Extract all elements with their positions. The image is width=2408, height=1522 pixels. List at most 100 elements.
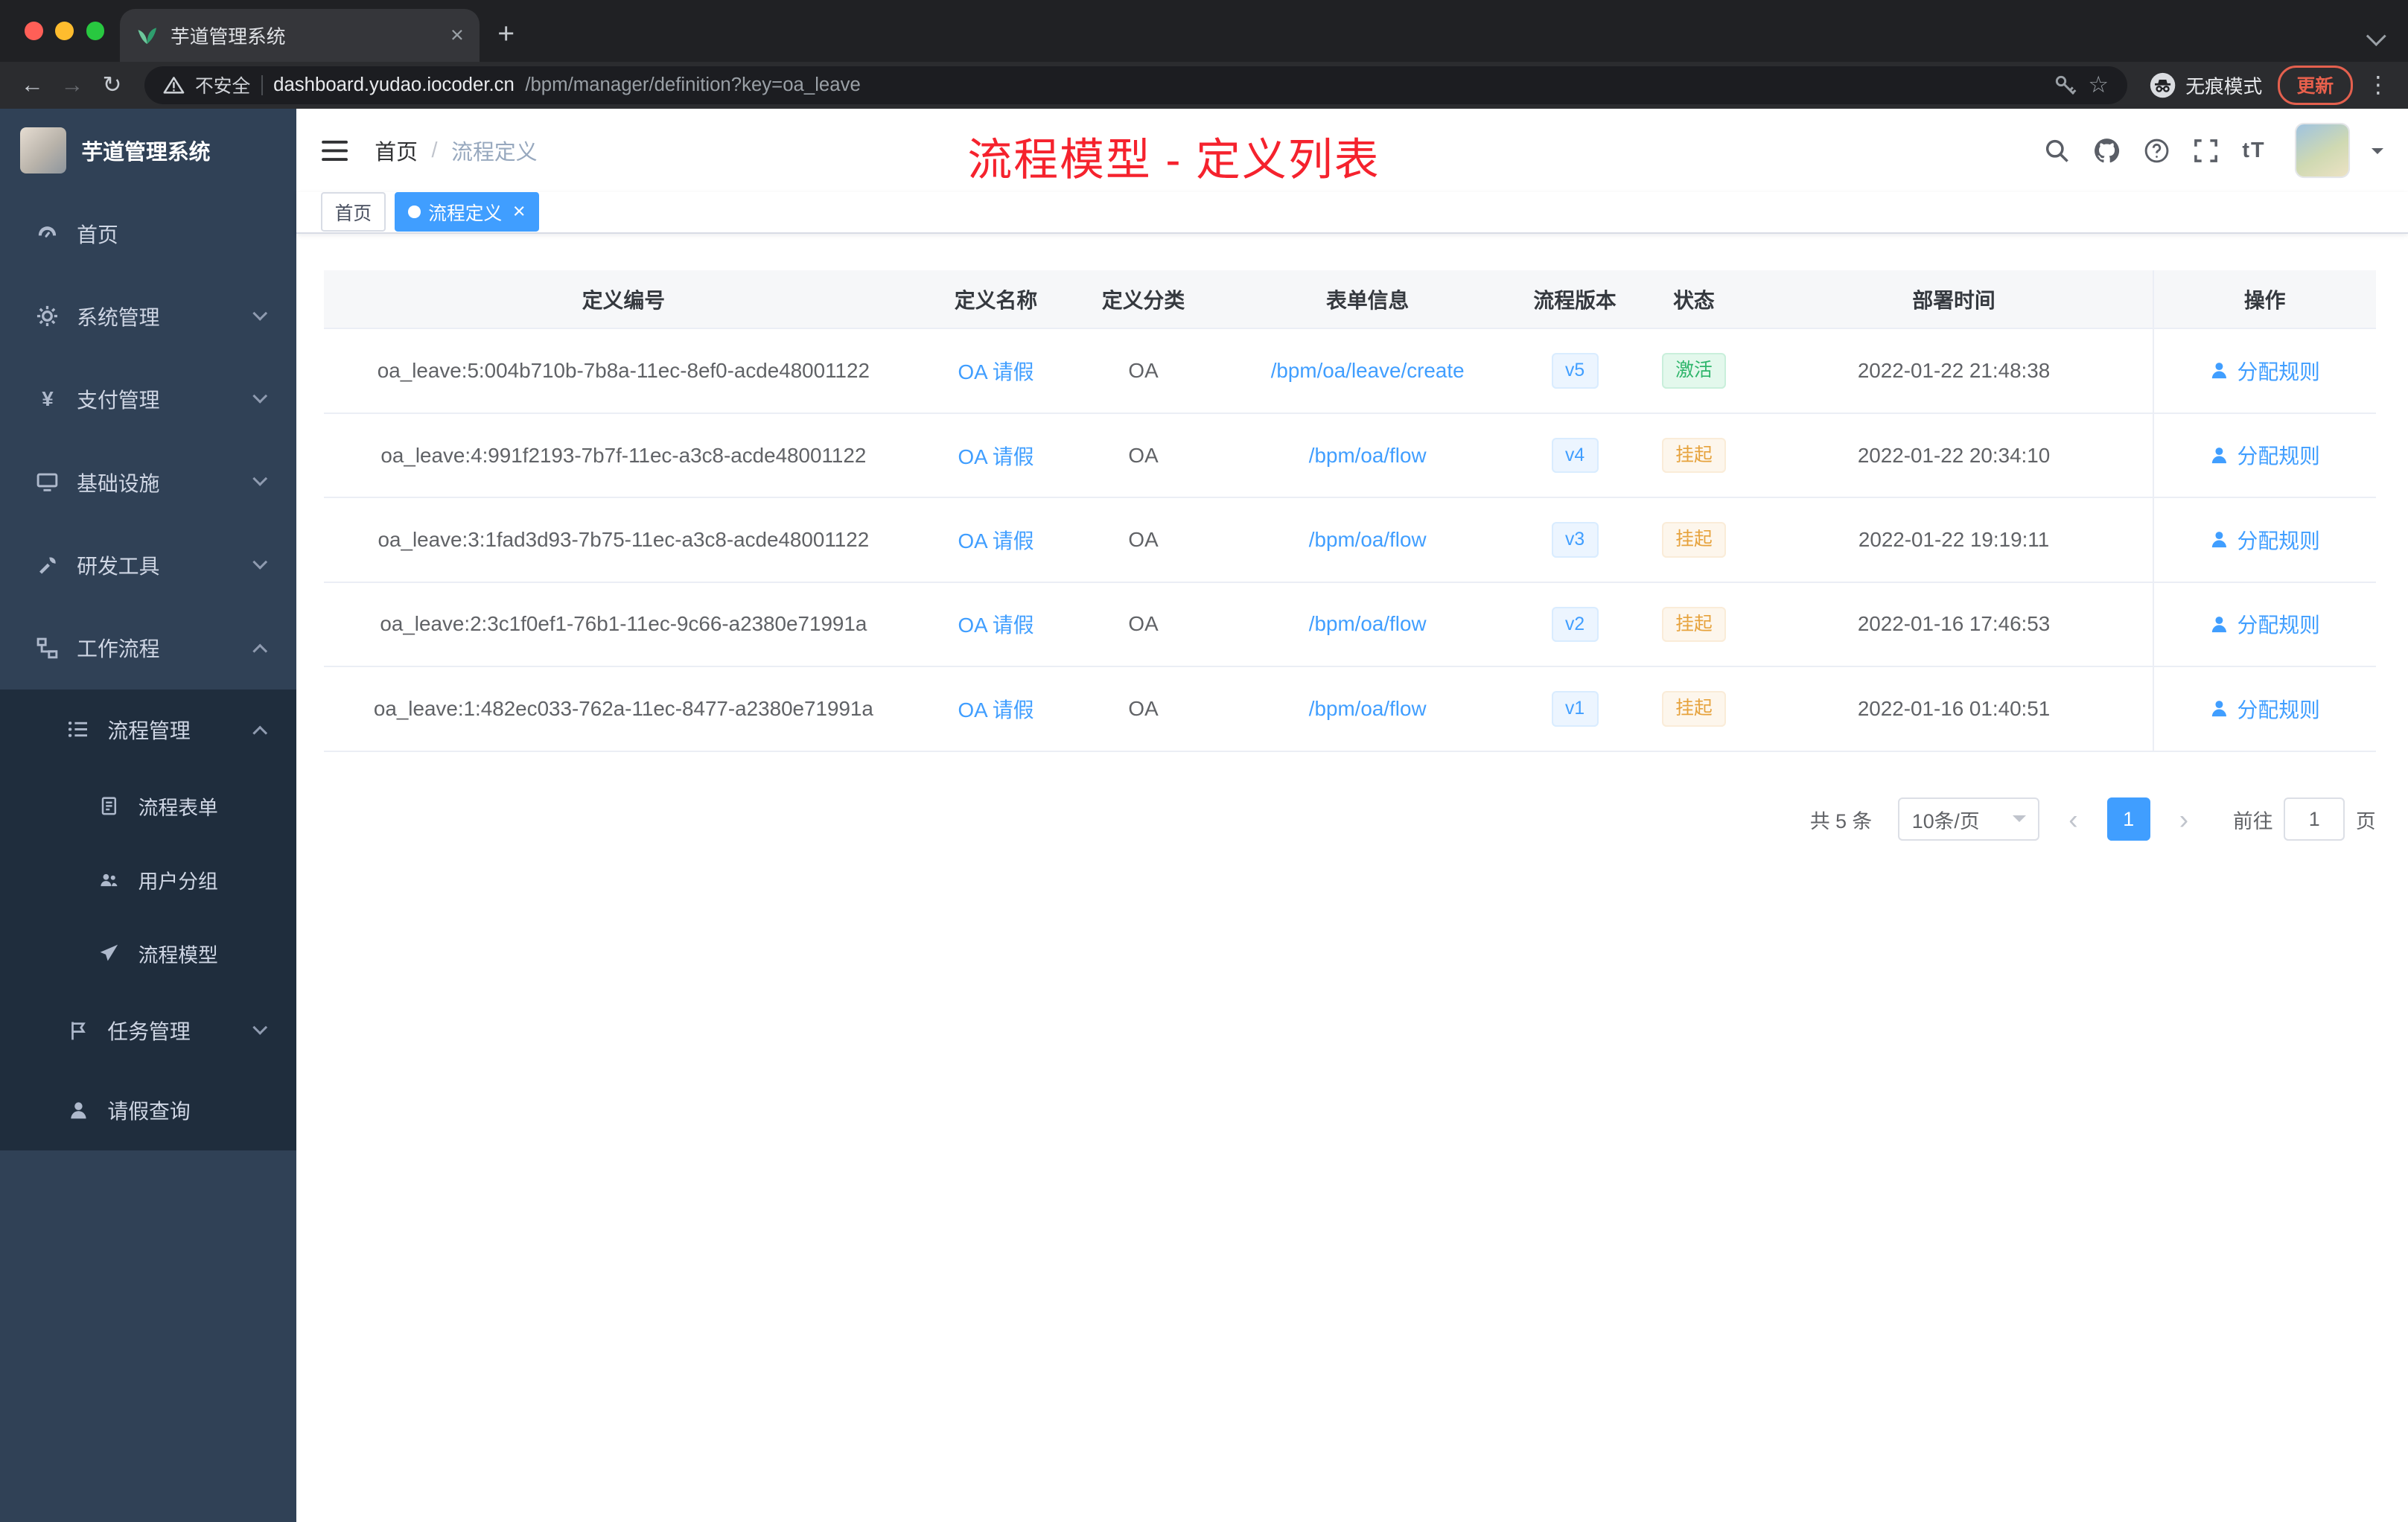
tag-process-definition[interactable]: 流程定义 × bbox=[394, 191, 540, 232]
definition-id: oa_leave:3:1fad3d93-7b75-11ec-a3c8-acde4… bbox=[324, 497, 923, 583]
bookmark-star-icon[interactable]: ☆ bbox=[2088, 71, 2109, 98]
github-icon[interactable] bbox=[2093, 137, 2121, 165]
search-icon[interactable] bbox=[2044, 138, 2070, 164]
sidebar-item-label: 流程管理 bbox=[107, 719, 191, 742]
sidebar-item-infrastructure[interactable]: 基础设施 bbox=[0, 441, 296, 523]
form-link[interactable]: /bpm/oa/flow bbox=[1309, 528, 1427, 551]
goto-unit: 页 bbox=[2355, 809, 2376, 832]
avatar[interactable] bbox=[2296, 124, 2349, 177]
breadcrumb-home[interactable]: 首页 bbox=[375, 136, 418, 166]
breadcrumb-current: 流程定义 bbox=[451, 140, 538, 165]
page-size-select[interactable]: 10条/页 bbox=[1898, 797, 2040, 841]
incognito-badge: 无痕模式 bbox=[2149, 71, 2262, 99]
task-icon bbox=[66, 1020, 91, 1042]
sidebar-item-user-group[interactable]: 用户分组 bbox=[0, 843, 296, 917]
form-link[interactable]: /bpm/oa/flow bbox=[1309, 612, 1427, 635]
sidebar-item-process-form[interactable]: 流程表单 bbox=[0, 769, 296, 843]
sidebar-item-label: 请假查询 bbox=[107, 1100, 191, 1124]
browser-update-button[interactable]: 更新 bbox=[2277, 66, 2353, 105]
sidebar-item-home[interactable]: 首页 bbox=[0, 192, 296, 275]
pagination-total: 共 5 条 bbox=[1809, 809, 1873, 832]
person-icon bbox=[2212, 616, 2227, 632]
column-header: 表单信息 bbox=[1217, 270, 1517, 330]
back-button[interactable]: ← bbox=[13, 71, 53, 98]
security-label[interactable]: 不安全 bbox=[195, 71, 250, 98]
sidebar-item-devtools[interactable]: 研发工具 bbox=[0, 523, 296, 606]
form-link[interactable]: /bpm/oa/leave/create bbox=[1271, 359, 1465, 382]
sidebar-item-label: 任务管理 bbox=[107, 1019, 191, 1043]
fullscreen-icon[interactable] bbox=[2193, 138, 2219, 164]
avatar-caret-down-icon[interactable] bbox=[2372, 148, 2383, 160]
password-key-icon[interactable] bbox=[2053, 73, 2077, 98]
table-row: oa_leave:1:482ec033-762a-11ec-8477-a2380… bbox=[324, 666, 2376, 752]
not-secure-warning-icon bbox=[163, 75, 185, 95]
definition-name-link[interactable]: OA 请假 bbox=[958, 360, 1034, 383]
app-logo: 芋道管理系统 bbox=[0, 109, 296, 191]
sidebar-toggle-icon[interactable] bbox=[321, 139, 348, 162]
list-icon bbox=[66, 719, 91, 740]
browser-tab[interactable]: 芋道管理系统 × bbox=[119, 9, 480, 62]
new-tab-button[interactable]: + bbox=[497, 18, 515, 51]
definition-id: oa_leave:4:991f2193-7b7f-11ec-a3c8-acde4… bbox=[324, 413, 923, 499]
person-icon bbox=[2212, 363, 2227, 379]
prev-page-button[interactable]: ‹ bbox=[2054, 797, 2094, 841]
model-icon bbox=[97, 943, 121, 964]
sidebar-item-leave-query[interactable]: 请假查询 bbox=[0, 1071, 296, 1150]
breadcrumb: 首页 / 流程定义 bbox=[375, 136, 537, 166]
address-bar[interactable]: 不安全 dashboard.yudao.iocoder.cn /bpm/mana… bbox=[144, 66, 2127, 105]
reload-button[interactable]: ↻ bbox=[92, 71, 133, 98]
tag-home[interactable]: 首页 bbox=[321, 191, 386, 232]
deploy-time: 2022-01-22 19:19:11 bbox=[1755, 497, 2153, 583]
definition-name-link[interactable]: OA 请假 bbox=[958, 698, 1034, 722]
select-caret-down-icon bbox=[2012, 815, 2026, 829]
tools-icon bbox=[35, 554, 60, 577]
favicon-sprout-icon bbox=[136, 24, 159, 47]
deploy-time: 2022-01-16 01:40:51 bbox=[1755, 666, 2153, 752]
definition-category: OA bbox=[1068, 328, 1218, 414]
assign-rule-button[interactable]: 分配规则 bbox=[2209, 440, 2320, 470]
page-annotation: 流程模型 - 定义列表 bbox=[967, 135, 1380, 185]
assign-rule-button[interactable]: 分配规则 bbox=[2209, 525, 2320, 555]
assign-rule-button[interactable]: 分配规则 bbox=[2209, 694, 2320, 724]
tab-close-icon[interactable]: × bbox=[450, 23, 464, 47]
incognito-icon bbox=[2150, 72, 2175, 98]
minimize-window-button[interactable] bbox=[55, 21, 74, 40]
page-content: 定义编号 定义名称 定义分类 表单信息 流程版本 状态 部署时间 操作 oa_l… bbox=[296, 234, 2408, 1522]
version-badge: v2 bbox=[1551, 606, 1599, 643]
definition-name-link[interactable]: OA 请假 bbox=[958, 614, 1034, 637]
forward-button[interactable]: → bbox=[52, 71, 92, 98]
column-header: 操作 bbox=[2152, 270, 2376, 330]
assign-rule-button[interactable]: 分配规则 bbox=[2209, 356, 2320, 386]
sidebar-item-task-management[interactable]: 任务管理 bbox=[0, 990, 296, 1070]
definition-name-link[interactable]: OA 请假 bbox=[958, 529, 1034, 553]
sidebar-item-label: 支付管理 bbox=[77, 389, 160, 413]
close-window-button[interactable] bbox=[25, 21, 43, 40]
browser-tab-strip: 芋道管理系统 × + bbox=[0, 0, 2408, 62]
assign-rule-button[interactable]: 分配规则 bbox=[2209, 609, 2320, 639]
sidebar-item-process-model[interactable]: 流程模型 bbox=[0, 917, 296, 990]
column-header: 流程版本 bbox=[1517, 270, 1633, 330]
tab-search-chevron-icon[interactable] bbox=[2366, 26, 2386, 46]
next-page-button[interactable]: › bbox=[2164, 797, 2204, 841]
browser-menu-icon[interactable]: ⋮ bbox=[2366, 71, 2389, 98]
maximize-window-button[interactable] bbox=[86, 21, 105, 40]
form-link[interactable]: /bpm/oa/flow bbox=[1309, 697, 1427, 720]
definition-id: oa_leave:2:3c1f0ef1-76b1-11ec-9c66-a2380… bbox=[324, 582, 923, 668]
version-badge: v3 bbox=[1551, 522, 1599, 558]
sidebar-item-workflow[interactable]: 工作流程 bbox=[0, 607, 296, 690]
definition-name-link[interactable]: OA 请假 bbox=[958, 445, 1034, 468]
sidebar-item-system[interactable]: 系统管理 bbox=[0, 275, 296, 357]
form-link[interactable]: /bpm/oa/flow bbox=[1309, 444, 1427, 467]
help-icon[interactable] bbox=[2144, 138, 2170, 164]
tag-close-icon[interactable]: × bbox=[513, 201, 526, 223]
page-number-button[interactable]: 1 bbox=[2106, 797, 2150, 841]
sidebar-item-payment[interactable]: ¥ 支付管理 bbox=[0, 358, 296, 441]
app-logo-image bbox=[19, 127, 66, 174]
group-icon bbox=[97, 870, 121, 890]
sidebar-item-process-management[interactable]: 流程管理 bbox=[0, 690, 296, 769]
sidebar-item-label: 用户分组 bbox=[138, 870, 218, 894]
status-badge: 挂起 bbox=[1661, 606, 1727, 643]
font-size-icon[interactable]: tT bbox=[2242, 138, 2265, 163]
goto-page-input[interactable] bbox=[2283, 797, 2345, 841]
column-header: 定义名称 bbox=[923, 270, 1069, 330]
